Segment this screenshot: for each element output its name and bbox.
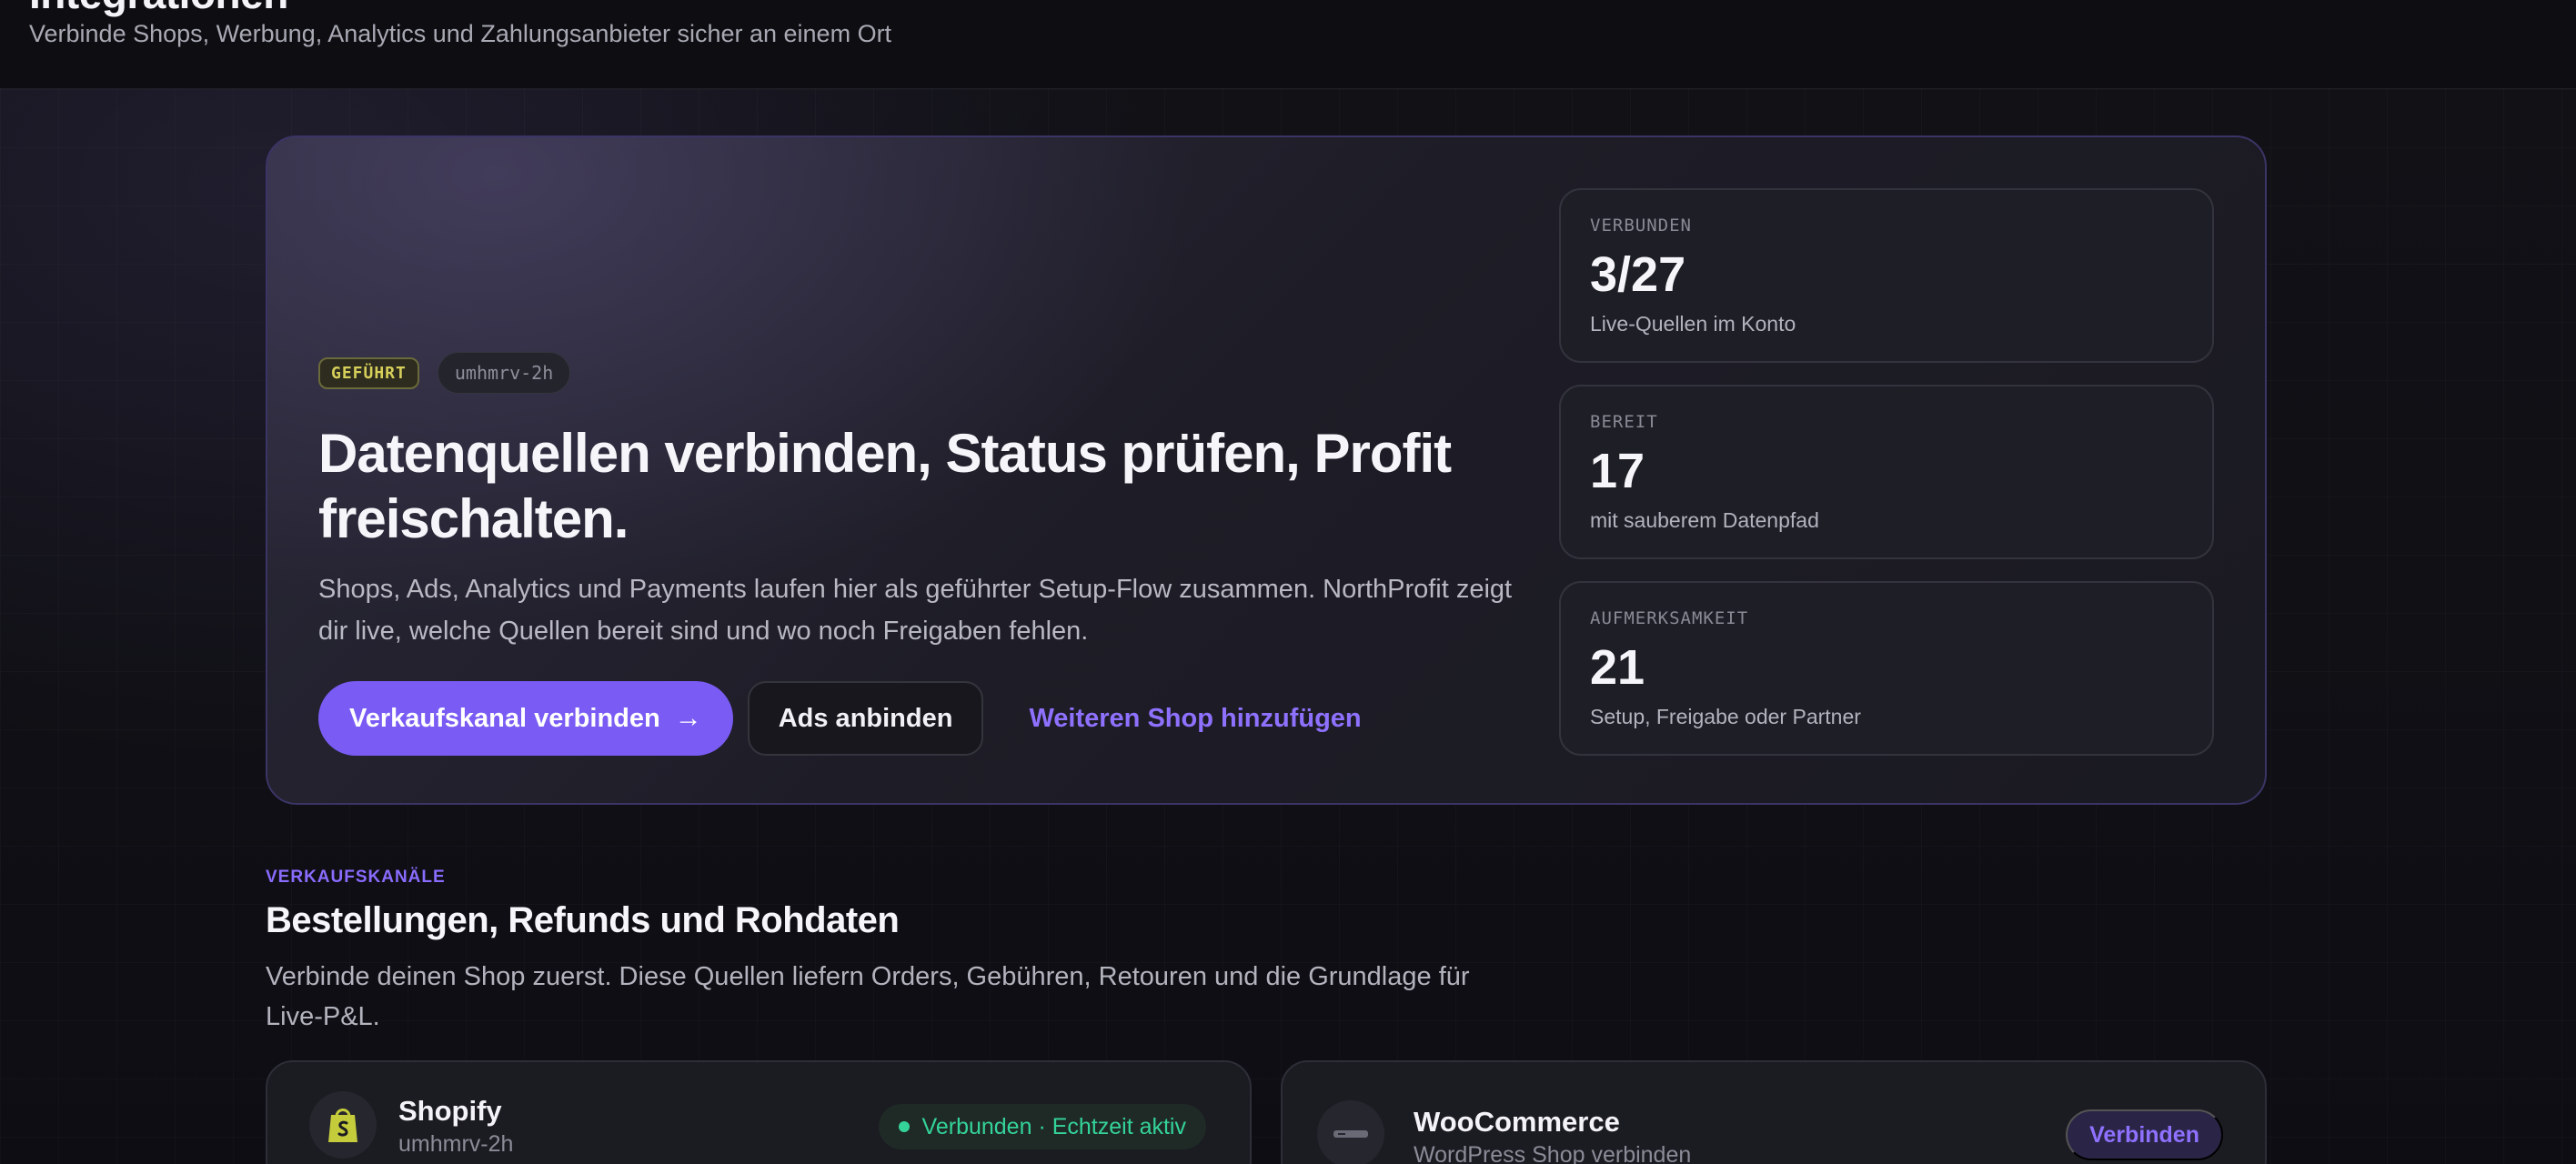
stat-description: mit sauberem Datenpfad	[1590, 508, 1819, 532]
provider-name: Shopify	[398, 1095, 502, 1127]
stats-panel: VERBUNDEN 3/27 Live-Quellen im Konto BER…	[1559, 188, 2214, 778]
provider-card-woocommerce[interactable]: WooCommerce WordPress Shop verbinden Ver…	[1281, 1060, 2267, 1164]
hero-card: GEFÜHRT umhmrv-2h Datenquellen verbinden…	[266, 135, 2267, 805]
hero-description: Shops, Ads, Analytics und Payments laufe…	[318, 575, 1513, 646]
page-header: Integrationen Verbinde Shops, Werbung, A…	[0, 0, 2576, 89]
stat-label: BEREIT	[1590, 412, 1658, 432]
guided-badge: GEFÜHRT	[318, 356, 419, 389]
provider-name: WooCommerce	[1414, 1106, 1620, 1138]
stat-value: 21	[1590, 640, 1645, 695]
woocommerce-icon	[1317, 1100, 1384, 1164]
page-subtitle: Verbinde Shops, Werbung, Analytics und Z…	[29, 20, 892, 47]
status-text: Verbunden · Echtzeit aktiv	[921, 1113, 1186, 1139]
stat-value: 3/27	[1590, 247, 1686, 302]
stat-value: 17	[1590, 444, 1645, 498]
status-dot-icon	[898, 1121, 910, 1132]
hero-title: Datenquellen verbinden, Status prüfen, P…	[318, 423, 1452, 549]
arrow-right-icon: →	[674, 703, 702, 733]
hero-badges: GEFÜHRT umhmrv-2h	[318, 352, 571, 394]
stat-connected: VERBUNDEN 3/27 Live-Quellen im Konto	[1559, 188, 2214, 363]
provider-subtitle: umhmrv-2h	[398, 1131, 514, 1157]
stat-label: AUFMERKSAMKEIT	[1590, 608, 1749, 628]
add-shop-link[interactable]: Weiteren Shop hinzufügen	[1029, 704, 1361, 734]
stat-description: Live-Quellen im Konto	[1590, 312, 1796, 336]
connect-sales-channel-label: Verkaufskanal verbinden	[349, 703, 660, 733]
connect-woocommerce-button[interactable]: Verbinden	[2066, 1109, 2223, 1160]
hero-actions: Verkaufskanal verbinden → Ads anbinden W…	[318, 681, 1362, 756]
connect-ads-button[interactable]: Ads anbinden	[747, 681, 984, 756]
stat-attention: AUFMERKSAMKEIT 21 Setup, Freigabe oder P…	[1559, 581, 2214, 756]
section-eyebrow: VERKAUFSKANÄLE	[266, 868, 446, 887]
provider-card-shopify[interactable]: Shopify umhmrv-2h Verbunden · Echtzeit a…	[266, 1060, 1252, 1164]
shopify-bag-icon	[309, 1091, 377, 1159]
stat-label: VERBUNDEN	[1590, 216, 1692, 236]
account-id-badge: umhmrv-2h	[437, 352, 571, 394]
section-description: Verbinde deinen Shop zuerst. Diese Quell…	[266, 962, 1470, 1031]
section-title: Bestellungen, Refunds und Rohdaten	[266, 900, 900, 940]
connected-status-badge: Verbunden · Echtzeit aktiv	[878, 1104, 1206, 1149]
provider-subtitle: WordPress Shop verbinden	[1414, 1142, 1692, 1164]
connect-sales-channel-button[interactable]: Verkaufskanal verbinden →	[318, 681, 733, 756]
stat-description: Setup, Freigabe oder Partner	[1590, 705, 1861, 728]
stat-ready: BEREIT 17 mit sauberem Datenpfad	[1559, 385, 2214, 559]
page-title: Integrationen	[29, 0, 288, 18]
